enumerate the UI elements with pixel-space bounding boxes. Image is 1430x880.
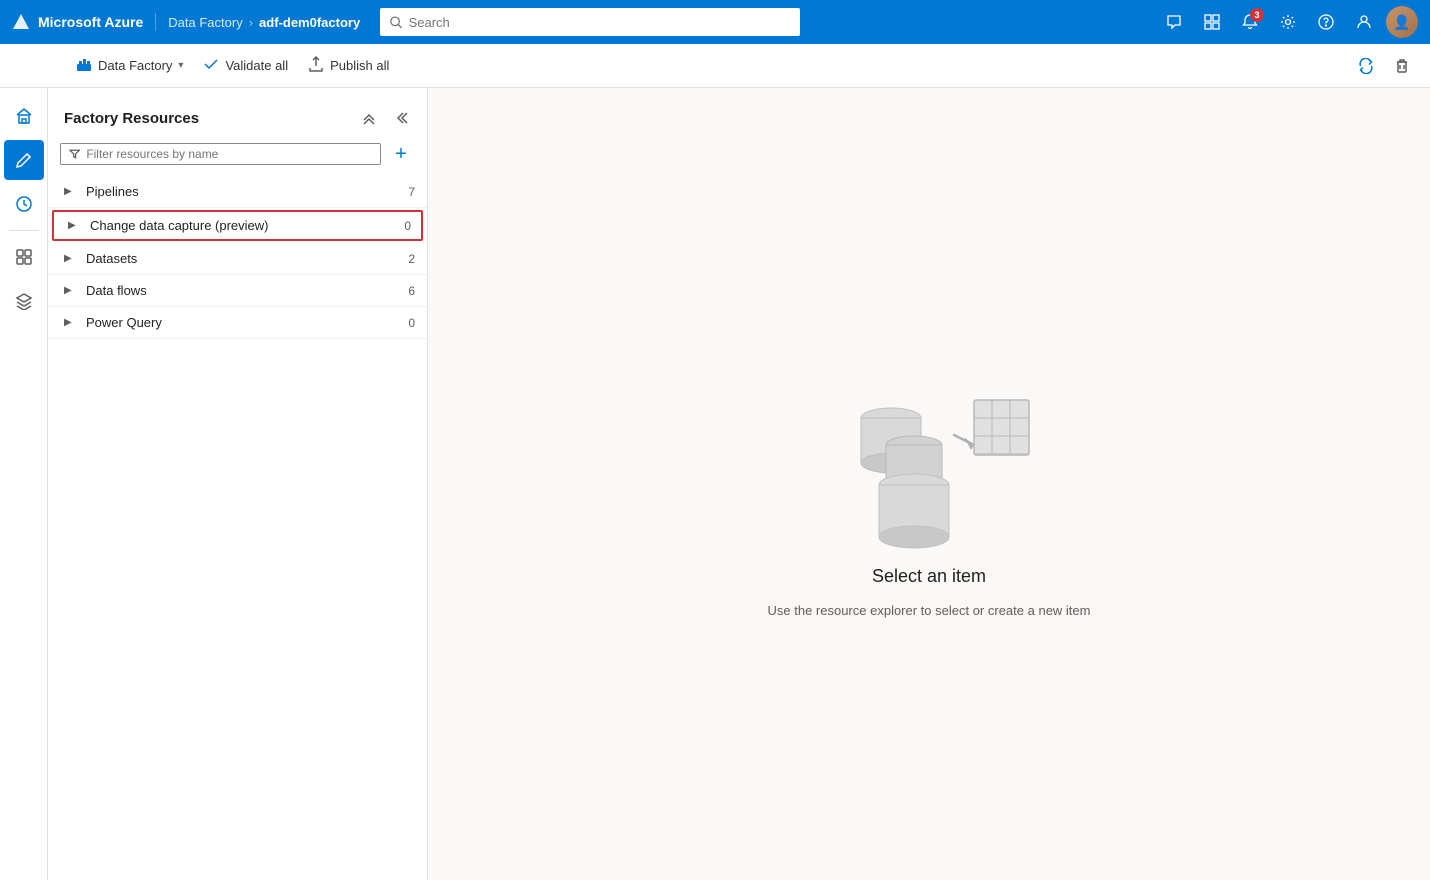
portal-icon-btn[interactable] (1196, 6, 1228, 38)
empty-state-subtitle: Use the resource explorer to select or c… (768, 603, 1091, 618)
search-icon (390, 16, 402, 29)
resource-item[interactable]: ▶ Change data capture (preview) 0 (52, 210, 423, 241)
item-count: 2 (395, 252, 415, 266)
expand-icon: ▶ (64, 285, 76, 296)
delete-btn[interactable] (1386, 50, 1418, 82)
illustration: Select an item Use the resource explorer… (768, 350, 1091, 618)
sidebar: Factory Resources + ▶ Pipelines (48, 88, 428, 880)
filter-input[interactable] (86, 147, 372, 161)
breadcrumb: Data Factory › adf-dem0factory (156, 15, 360, 30)
nav-icons: 3 👤 (1158, 6, 1418, 38)
item-label: Datasets (86, 251, 395, 266)
item-count: 0 (395, 316, 415, 330)
validate-label: Validate all (225, 58, 288, 73)
item-count: 0 (391, 219, 411, 233)
breadcrumb-item1[interactable]: Data Factory (168, 15, 242, 30)
empty-state-illustration (819, 350, 1039, 550)
sidebar-title: Factory Resources (64, 110, 199, 127)
monitor-icon-btn[interactable] (4, 184, 44, 224)
empty-state-title: Select an item (872, 566, 986, 587)
search-input[interactable] (409, 15, 791, 30)
search-box[interactable] (380, 8, 800, 36)
azure-icon (12, 13, 30, 31)
settings-icon-btn[interactable] (1272, 6, 1304, 38)
toolbar: Data Factory ▾ Validate all Publish all (0, 44, 1430, 88)
resource-item[interactable]: ▶ Power Query 0 (48, 307, 427, 339)
main-layout: Factory Resources + ▶ Pipelines (0, 88, 1430, 880)
expand-icon: ▶ (64, 253, 76, 264)
expand-icon: ▶ (64, 186, 76, 197)
publish-label: Publish all (330, 58, 389, 73)
manage-icon-btn[interactable] (4, 237, 44, 277)
item-label: Pipelines (86, 184, 395, 199)
chat-icon-btn[interactable] (1158, 6, 1190, 38)
item-count: 6 (395, 284, 415, 298)
top-nav: Microsoft Azure Data Factory › adf-dem0f… (0, 0, 1430, 44)
brand-text: Microsoft Azure (38, 14, 143, 30)
toolbar-right (1350, 50, 1418, 82)
publish-all-btn[interactable]: Publish all (300, 52, 397, 79)
factory-caret[interactable]: ▾ (178, 60, 183, 71)
avatar[interactable]: 👤 (1386, 6, 1418, 38)
home-icon-btn[interactable] (4, 96, 44, 136)
item-label: Data flows (86, 283, 395, 298)
icon-bar (0, 88, 48, 880)
sidebar-actions (355, 104, 415, 132)
collapse-all-btn[interactable] (355, 104, 383, 132)
item-label: Power Query (86, 315, 395, 330)
resource-item[interactable]: ▶ Datasets 2 (48, 243, 427, 275)
sidebar-header: Factory Resources (48, 88, 427, 140)
refresh-btn[interactable] (1350, 50, 1382, 82)
filter-input-wrapper[interactable] (60, 143, 381, 165)
account-icon-btn[interactable] (1348, 6, 1380, 38)
icon-bar-divider1 (9, 230, 39, 231)
factory-icon (76, 56, 92, 75)
validate-icon (203, 56, 219, 75)
item-label: Change data capture (preview) (90, 218, 391, 233)
brand: Microsoft Azure (12, 13, 156, 31)
pencil-icon-btn[interactable] (4, 140, 44, 180)
resource-item[interactable]: ▶ Pipelines 7 (48, 176, 427, 208)
filter-row: + (48, 140, 427, 176)
validate-all-btn[interactable]: Validate all (195, 52, 296, 79)
help-icon-btn[interactable] (1310, 6, 1342, 38)
item-count: 7 (395, 185, 415, 199)
filter-icon (69, 148, 80, 160)
learn-icon-btn[interactable] (4, 281, 44, 321)
expand-icon: ▶ (64, 317, 76, 328)
breadcrumb-sep: › (249, 15, 253, 30)
resource-item[interactable]: ▶ Data flows 6 (48, 275, 427, 307)
breadcrumb-item2[interactable]: adf-dem0factory (259, 15, 360, 30)
publish-icon (308, 56, 324, 75)
notification-icon-btn[interactable]: 3 (1234, 6, 1266, 38)
notification-badge: 3 (1250, 8, 1264, 22)
factory-btn[interactable]: Data Factory ▾ (68, 52, 191, 79)
avatar-image: 👤 (1386, 6, 1418, 38)
expand-icon: ▶ (68, 220, 80, 231)
collapse-panel-btn[interactable] (387, 104, 415, 132)
main-content: Select an item Use the resource explorer… (428, 88, 1430, 880)
add-resource-btn[interactable]: + (387, 140, 415, 168)
factory-label: Data Factory (98, 58, 172, 73)
resource-list: ▶ Pipelines 7 ▶ Change data capture (pre… (48, 176, 427, 880)
